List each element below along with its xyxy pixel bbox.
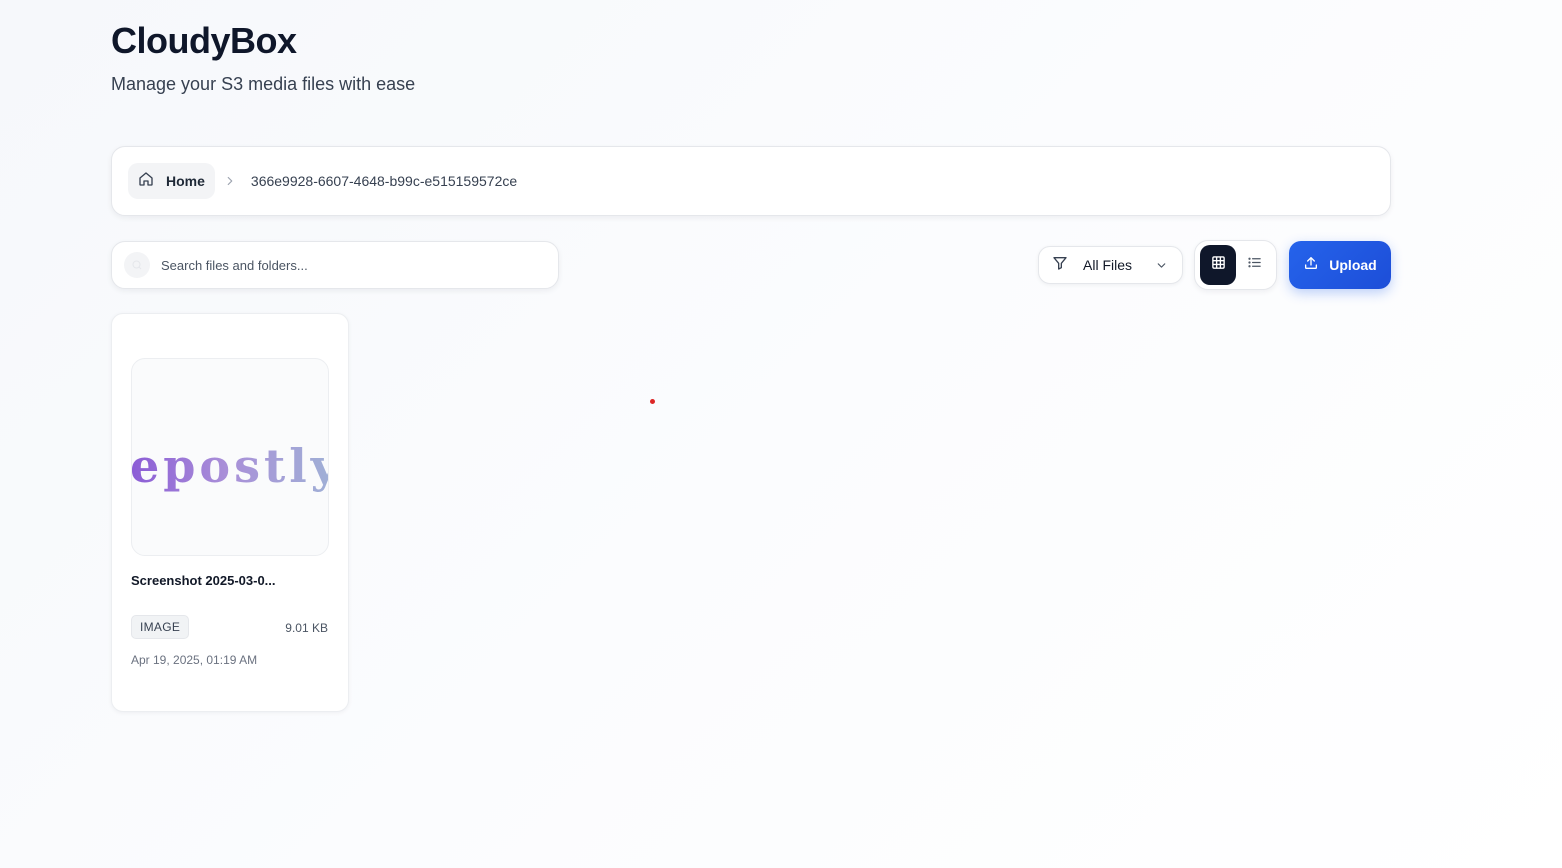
breadcrumb: Home 366e9928-6607-4648-b99c-e515159572c… (111, 146, 1391, 216)
search-input[interactable] (161, 257, 541, 273)
file-card[interactable]: epostly Screenshot 2025-03-0... IMAGE 9.… (111, 313, 349, 712)
thumbnail-image-text: epostly (132, 439, 328, 493)
upload-button[interactable]: Upload (1289, 241, 1391, 289)
upload-icon (1303, 255, 1319, 276)
breadcrumb-home[interactable]: Home (128, 163, 215, 199)
file-name: Screenshot 2025-03-0... (131, 573, 276, 588)
filter-selected-value: All Files (1083, 257, 1133, 273)
filter-icon (1052, 255, 1068, 276)
app-title: CloudyBox (111, 20, 297, 61)
search-box (111, 241, 559, 289)
app-subtitle: Manage your S3 media files with ease (111, 74, 416, 94)
list-view-button[interactable] (1236, 245, 1272, 285)
breadcrumb-home-label: Home (166, 173, 205, 189)
upload-button-label: Upload (1329, 257, 1377, 273)
grid-icon (1211, 255, 1226, 275)
list-icon (1247, 255, 1262, 275)
search-icon (124, 252, 150, 278)
chevron-down-icon (1155, 259, 1168, 277)
page: CloudyBox Manage your S3 media files wit… (0, 0, 1562, 868)
view-toggle (1194, 240, 1277, 290)
breadcrumb-current-folder[interactable]: 366e9928-6607-4648-b99c-e515159572ce (251, 173, 517, 189)
file-type-badge: IMAGE (131, 615, 190, 639)
file-date: Apr 19, 2025, 01:19 AM (131, 653, 258, 667)
grid-view-button[interactable] (1200, 245, 1236, 285)
file-thumbnail[interactable]: epostly (131, 358, 329, 556)
home-icon (138, 171, 154, 192)
file-size: 9.01 KB (285, 621, 328, 635)
cursor-indicator (650, 399, 655, 404)
chevron-right-icon (223, 174, 237, 188)
file-type-filter[interactable]: All Files (1038, 246, 1183, 284)
